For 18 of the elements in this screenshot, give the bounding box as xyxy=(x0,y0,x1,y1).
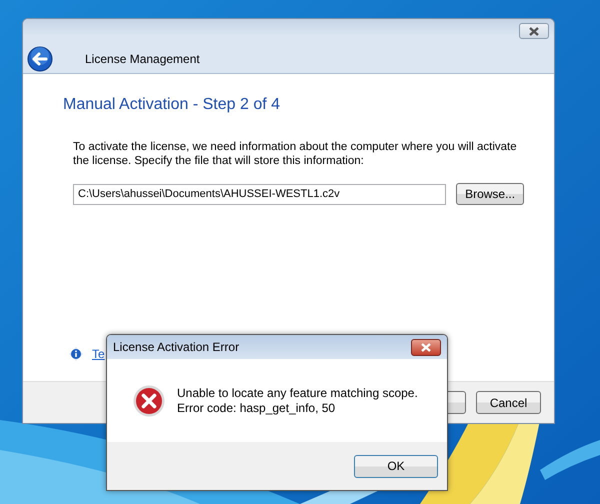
close-button[interactable] xyxy=(411,338,441,356)
dialog-title: License Activation Error xyxy=(113,340,240,354)
back-button[interactable] xyxy=(27,46,53,72)
error-icon xyxy=(133,384,165,416)
file-path-field[interactable]: C:\Users\ahussei\Documents\AHUSSEI-WESTL1.c2v xyxy=(73,184,446,204)
close-icon xyxy=(528,26,540,36)
info-icon xyxy=(69,347,83,361)
error-message: Error code: hasp_get_info, 50 xyxy=(177,400,336,416)
close-button[interactable] xyxy=(519,23,549,39)
ok-button[interactable]: OK xyxy=(354,454,438,478)
window-title: License Management xyxy=(85,52,200,66)
step-heading: Manual Activation - Step 2 of 4 xyxy=(63,96,282,114)
close-icon xyxy=(420,342,432,352)
error-message: Unable to locate any feature matching scope. xyxy=(177,386,418,400)
help-link[interactable]: Te xyxy=(92,347,105,361)
instruction-text: To activate the license, we need information about the computer where you will activate the license. Specify the file that will store this information: xyxy=(73,140,518,168)
cancel-button[interactable]: Cancel xyxy=(476,391,541,414)
browse-button[interactable]: Browse... xyxy=(456,183,524,205)
